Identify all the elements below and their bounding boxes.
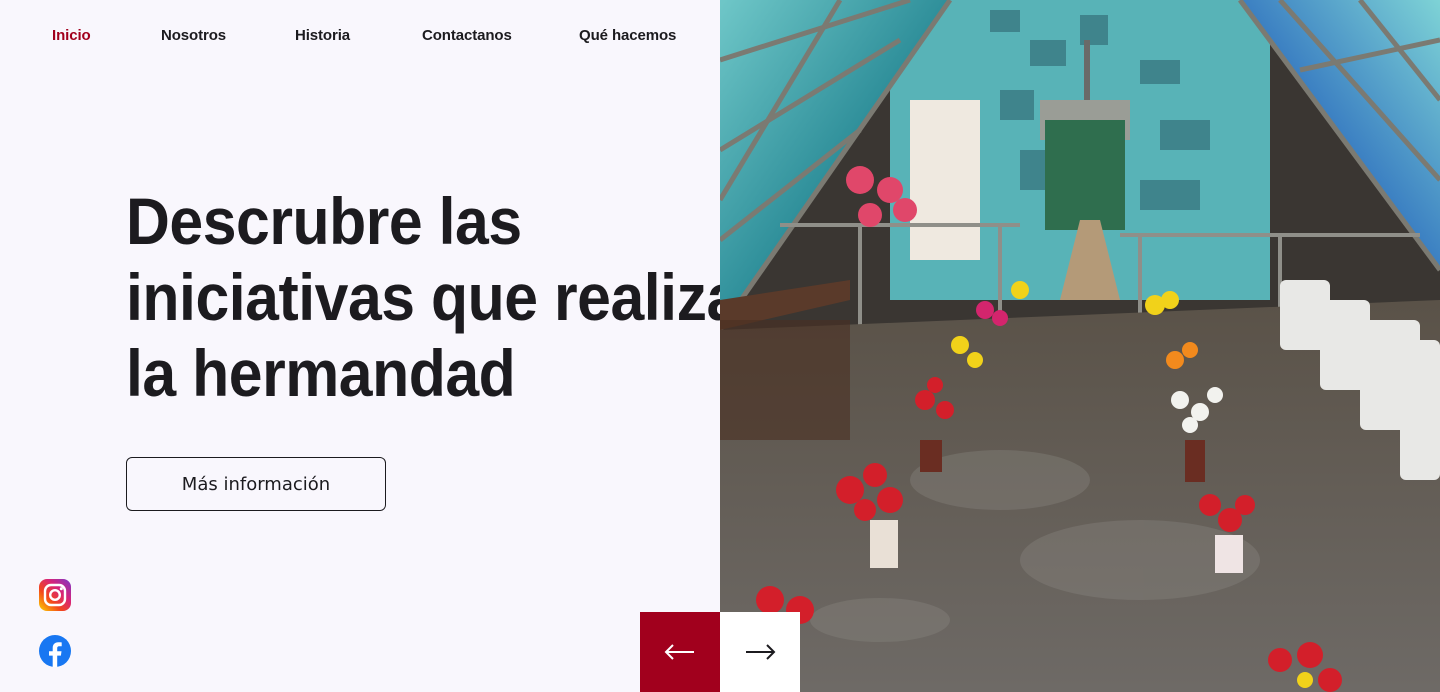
slider-prev-button[interactable] xyxy=(640,612,720,692)
hero-title-line-2: iniciativas que realiza xyxy=(126,260,740,334)
nav-item-nosotros[interactable]: Nosotros xyxy=(161,27,226,44)
instagram-icon[interactable] xyxy=(39,579,71,611)
nav-item-historia[interactable]: Historia xyxy=(295,27,350,44)
hero-title-line-1: Descrubre las xyxy=(126,184,522,258)
nav-item-inicio[interactable]: Inicio xyxy=(52,27,91,44)
nav-item-que-hacemos[interactable]: Qué hacemos xyxy=(579,27,676,44)
hero-title-line-3: la hermandad xyxy=(126,336,516,410)
facebook-icon[interactable] xyxy=(39,635,71,667)
hero-photo xyxy=(720,0,1440,692)
more-info-button[interactable]: Más información xyxy=(126,457,386,511)
arrow-left-icon xyxy=(664,644,694,660)
arrow-right-icon xyxy=(746,644,776,660)
slider-next-button[interactable] xyxy=(720,612,800,692)
hero-title: Descrubre las iniciativas que realiza la… xyxy=(126,183,740,411)
nav-item-contactanos[interactable]: Contactanos xyxy=(422,27,512,44)
